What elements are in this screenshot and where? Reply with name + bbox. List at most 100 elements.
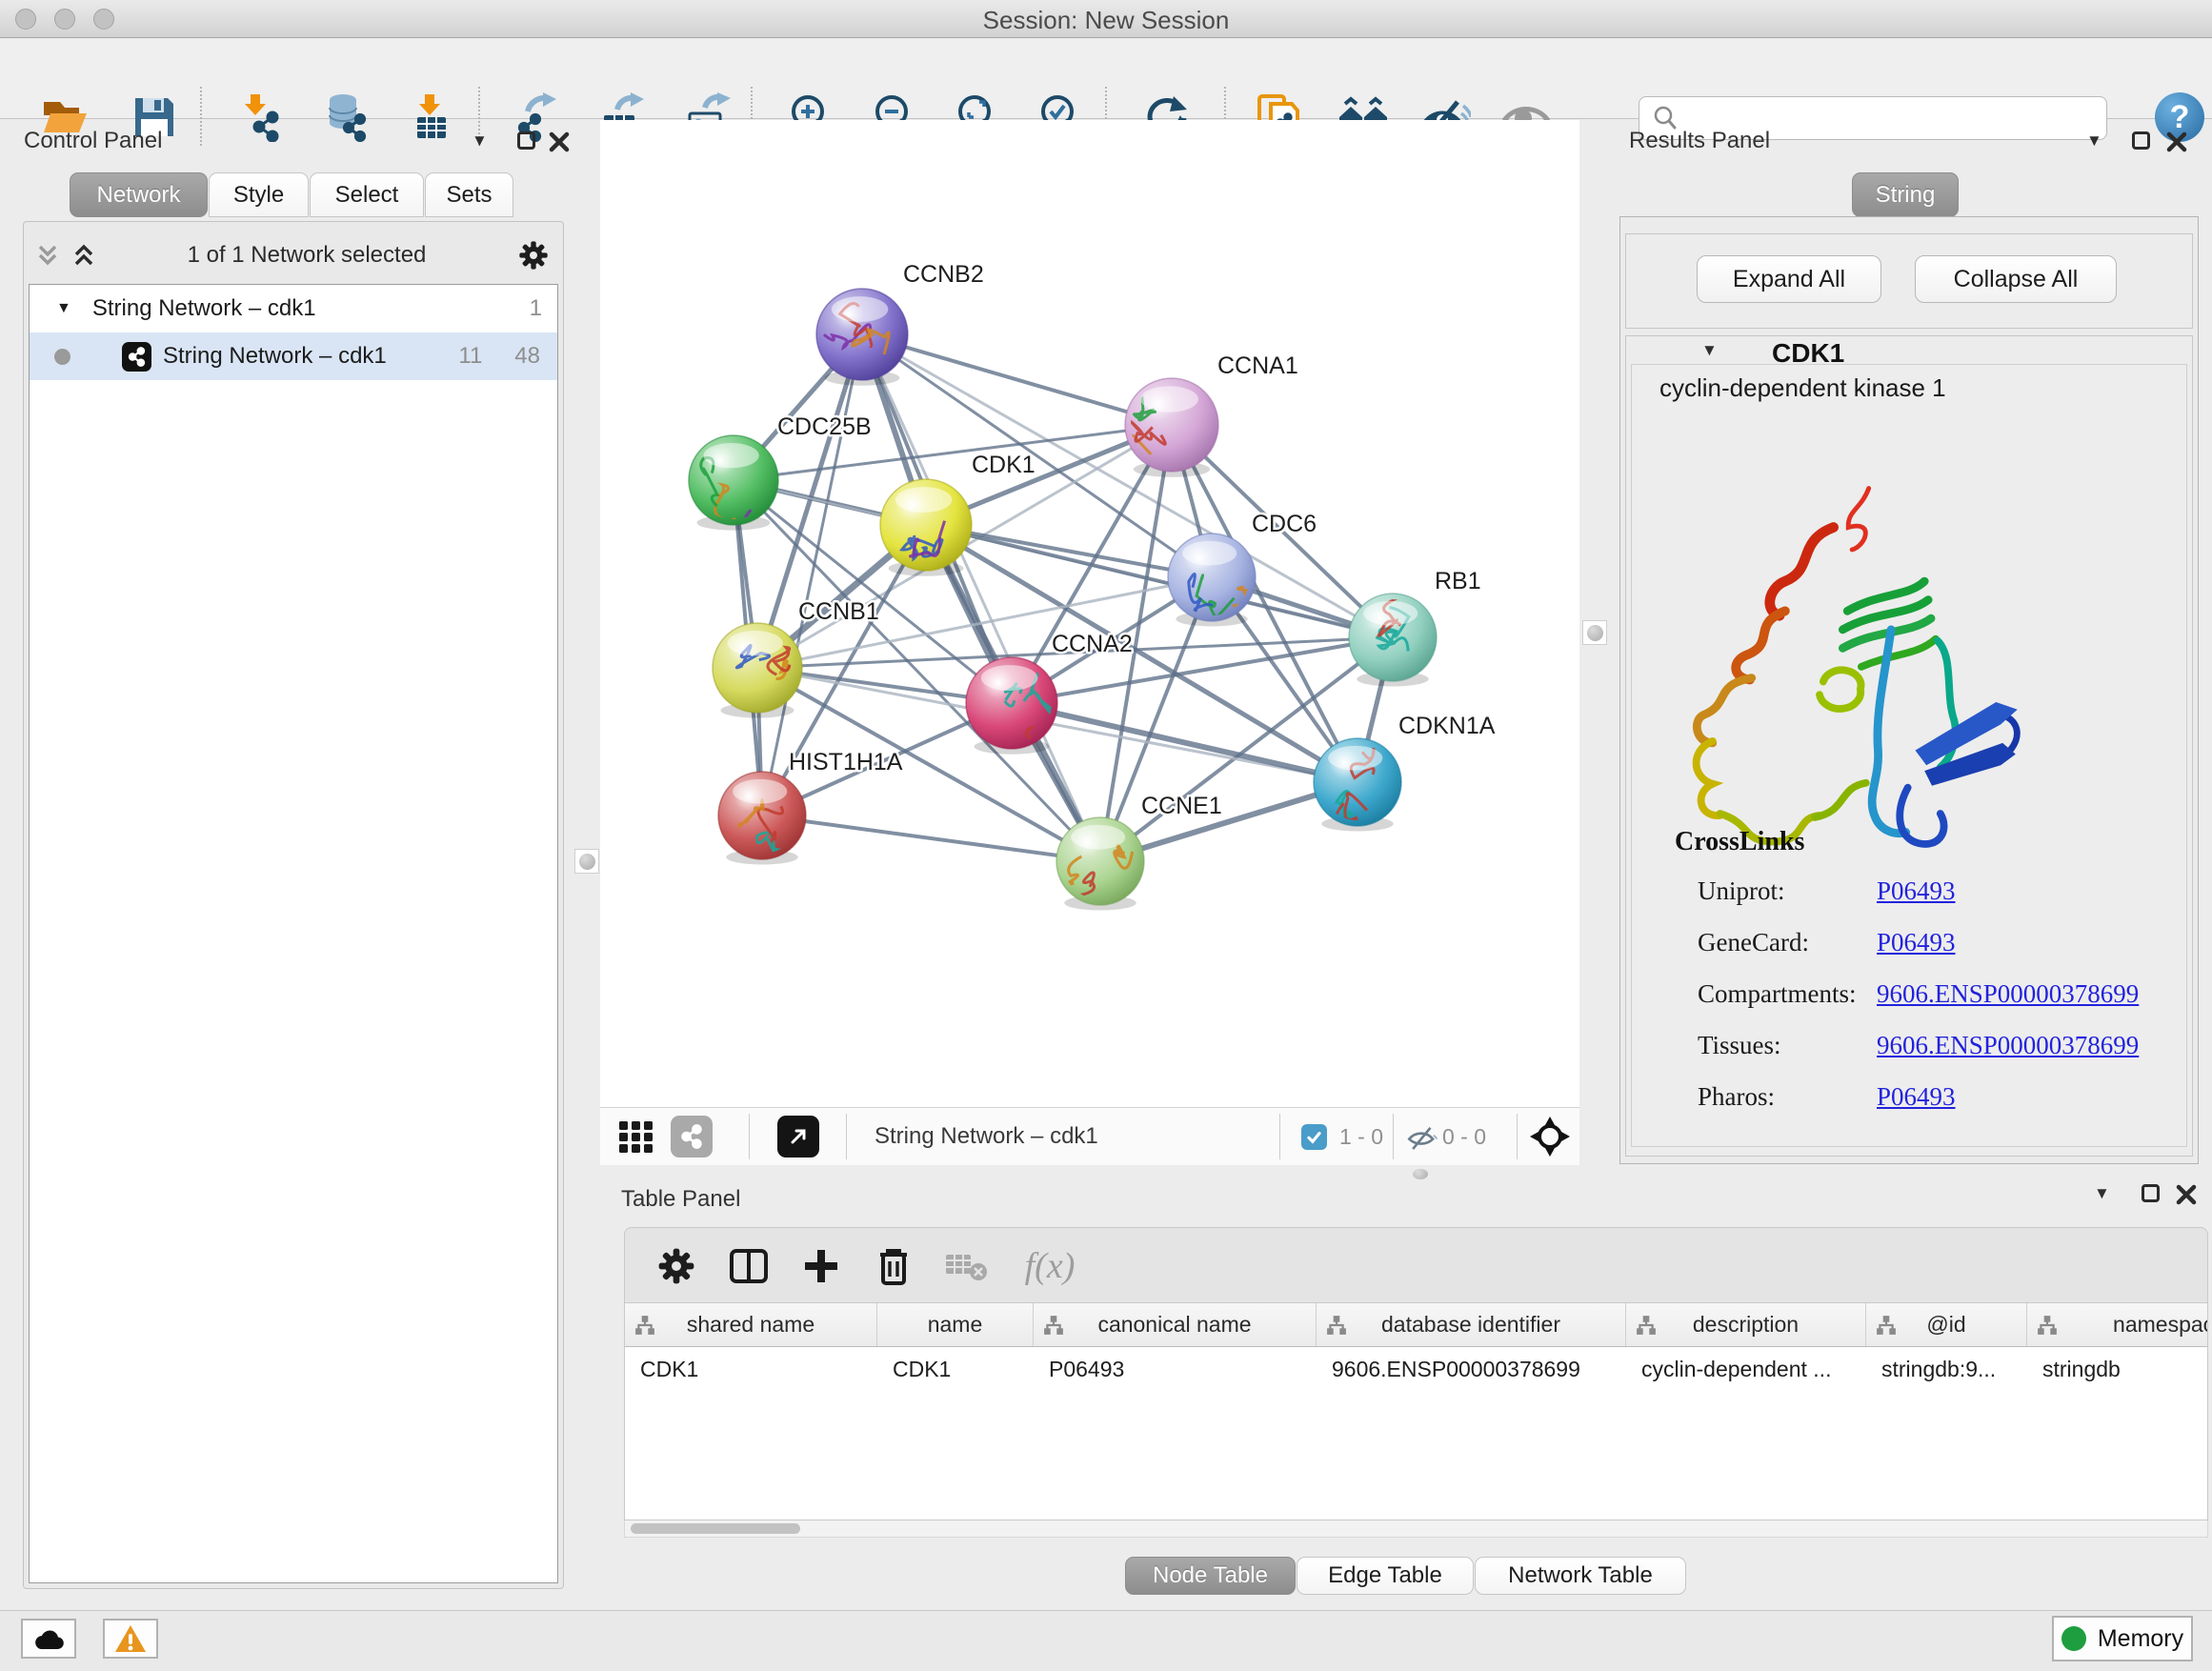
tab-style[interactable]: Style	[209, 172, 309, 217]
network-edge-CCNB2-HIST1H1A[interactable]	[762, 334, 862, 815]
right-splitter-handle[interactable]	[1582, 620, 1607, 645]
import-table-file-icon[interactable]	[404, 91, 457, 144]
grid-view-icon[interactable]	[617, 1116, 655, 1158]
control-panel-menu-icon[interactable]: ▼	[472, 131, 488, 151]
network-node-CDC25B[interactable]: CDC25B	[689, 413, 872, 555]
control-panel-float-icon[interactable]	[517, 131, 535, 150]
table-cell: stringdb:9...	[1866, 1347, 2027, 1391]
expand-all-button[interactable]: Expand All	[1697, 255, 1881, 303]
network-current-dot-icon	[54, 349, 70, 365]
network-edge-CCNB2-CCNA1[interactable]	[862, 334, 1172, 425]
crosslink-row: Tissues:9606.ENSP00000378699	[1698, 1019, 2183, 1071]
detach-view-icon[interactable]	[777, 1116, 819, 1158]
control-panel-close-icon[interactable]	[549, 131, 570, 152]
column-header-namespace[interactable]: namespace	[2027, 1303, 2208, 1346]
collection-count: 1	[530, 295, 542, 322]
left-splitter-handle[interactable]	[574, 849, 599, 874]
network-edge-CCNA2-CDKN1A[interactable]	[1012, 703, 1357, 782]
network-canvas[interactable]: CCNB2CCNA1CDC25BCDK1CDC6RB1CCNB1CCNA2CDK…	[600, 120, 1579, 1107]
crosslink-row: GeneCard:P06493	[1698, 916, 2183, 968]
tab-network-table[interactable]: Network Table	[1475, 1557, 1686, 1595]
network-selection-status: 1 of 1 Network selected	[95, 242, 518, 269]
network-row-selected[interactable]: String Network – cdk1 11 48	[30, 332, 557, 380]
results-panel-menu-icon[interactable]: ▼	[2086, 131, 2102, 151]
import-network-database-icon[interactable]	[318, 91, 372, 144]
table-settings-icon[interactable]	[652, 1241, 701, 1291]
table-toolbar: f(x)	[624, 1227, 2208, 1303]
show-column-icon[interactable]	[724, 1241, 774, 1291]
expand-all-networks-icon[interactable]	[72, 243, 95, 268]
network-node-label-CCNB2: CCNB2	[903, 261, 984, 288]
crosslink-link[interactable]: P06493	[1877, 928, 1956, 957]
table-panel-close-icon[interactable]	[2176, 1184, 2197, 1205]
tab-string[interactable]: String	[1852, 172, 1959, 217]
collapse-all-button[interactable]: Collapse All	[1915, 255, 2117, 303]
results-panel-close-icon[interactable]	[2166, 131, 2187, 152]
network-type-icon	[122, 342, 151, 372]
birdseye-icon[interactable]	[1530, 1116, 1570, 1158]
table-cell: CDK1	[625, 1347, 877, 1391]
network-label: String Network – cdk1	[163, 343, 387, 370]
network-tree: ▼ String Network – cdk1 1 String Network…	[29, 284, 558, 1583]
tab-node-table[interactable]: Node Table	[1125, 1557, 1296, 1595]
network-view-icon[interactable]	[671, 1116, 713, 1158]
memory-button[interactable]: Memory	[2052, 1616, 2193, 1661]
network-node-CDK1[interactable]: CDK1	[880, 452, 1036, 576]
toolbar-separator	[1279, 1114, 1280, 1159]
collection-expand-icon[interactable]: ▼	[56, 300, 71, 317]
network-node-CCNB1[interactable]: CCNB1	[713, 598, 879, 718]
import-network-file-icon[interactable]	[232, 91, 286, 144]
tab-network[interactable]: Network	[70, 172, 208, 217]
bottom-splitter-handle[interactable]	[1413, 1169, 1428, 1179]
network-node-label-HIST1H1A: HIST1H1A	[789, 749, 903, 775]
network-collection-row[interactable]: ▼ String Network – cdk1 1	[30, 285, 557, 332]
table-hscrollbar-thumb[interactable]	[631, 1523, 800, 1534]
add-column-icon[interactable]	[796, 1241, 846, 1291]
table-hscrollbar[interactable]	[624, 1520, 2208, 1538]
crosslink-link[interactable]: P06493	[1877, 1082, 1956, 1112]
network-node-CDKN1A[interactable]: CDKN1A	[1314, 713, 1496, 832]
network-node-CCNA1[interactable]: CCNA1	[1101, 352, 1298, 477]
crosslink-link[interactable]: 9606.ENSP00000378699	[1877, 979, 2139, 1009]
crosslink-row: Compartments:9606.ENSP00000378699	[1698, 968, 2183, 1019]
collapse-all-networks-icon[interactable]	[36, 243, 59, 268]
gene-expand-icon[interactable]: ▼	[1701, 341, 1718, 360]
network-node-CCNB2[interactable]: CCNB2	[816, 261, 984, 386]
network-edge-HIST1H1A-CCNE1[interactable]	[762, 815, 1100, 861]
tab-sets[interactable]: Sets	[425, 172, 513, 217]
hidden-eye-icon[interactable]	[1405, 1116, 1439, 1158]
memory-status-dot	[2061, 1626, 2086, 1651]
column-header-label: name	[928, 1312, 983, 1338]
table-row[interactable]: CDK1CDK1P064939606.ENSP00000378699cyclin…	[625, 1347, 2207, 1391]
delete-column-icon[interactable]	[869, 1241, 918, 1291]
crosslink-link[interactable]: P06493	[1877, 876, 1956, 906]
network-node-CDC6[interactable]: CDC6	[1168, 511, 1317, 627]
table-panel-menu-icon[interactable]: ▼	[2094, 1184, 2110, 1203]
table-cell: stringdb	[2027, 1347, 2208, 1391]
cloud-icon[interactable]	[21, 1619, 76, 1659]
column-header--id[interactable]: @id	[1866, 1303, 2027, 1346]
network-node-RB1[interactable]: RB1	[1349, 568, 1481, 687]
warning-icon[interactable]	[103, 1619, 158, 1659]
network-edge-CCNB2-CCNE1[interactable]	[862, 334, 1100, 861]
network-node-CCNE1[interactable]: CCNE1	[1056, 793, 1222, 911]
table-panel-float-icon[interactable]	[2142, 1184, 2160, 1202]
column-header-description[interactable]: description	[1626, 1303, 1866, 1346]
network-node-label-CCNE1: CCNE1	[1141, 793, 1222, 819]
delete-table-icon[interactable]	[941, 1241, 991, 1291]
network-selection-bar: 1 of 1 Network selected	[23, 229, 564, 282]
results-panel-float-icon[interactable]	[2132, 131, 2150, 150]
network-options-gear-icon[interactable]	[518, 240, 549, 271]
column-header-shared-name[interactable]: shared name	[625, 1303, 877, 1346]
network-view-toolbar: String Network – cdk1 1 - 0 0 - 0	[600, 1107, 1579, 1165]
tab-edge-table[interactable]: Edge Table	[1297, 1557, 1474, 1595]
selected-checkbox-icon[interactable]	[1301, 1116, 1327, 1158]
network-node-HIST1H1A[interactable]: HIST1H1A	[718, 749, 903, 865]
column-header-label: canonical name	[1097, 1312, 1251, 1338]
column-header-database-identifier[interactable]: database identifier	[1317, 1303, 1626, 1346]
tab-select[interactable]: Select	[310, 172, 424, 217]
crosslink-link[interactable]: 9606.ENSP00000378699	[1877, 1031, 2139, 1060]
column-header-name[interactable]: name	[877, 1303, 1034, 1346]
protein-structure-image	[1673, 472, 2041, 853]
column-header-canonical-name[interactable]: canonical name	[1034, 1303, 1317, 1346]
